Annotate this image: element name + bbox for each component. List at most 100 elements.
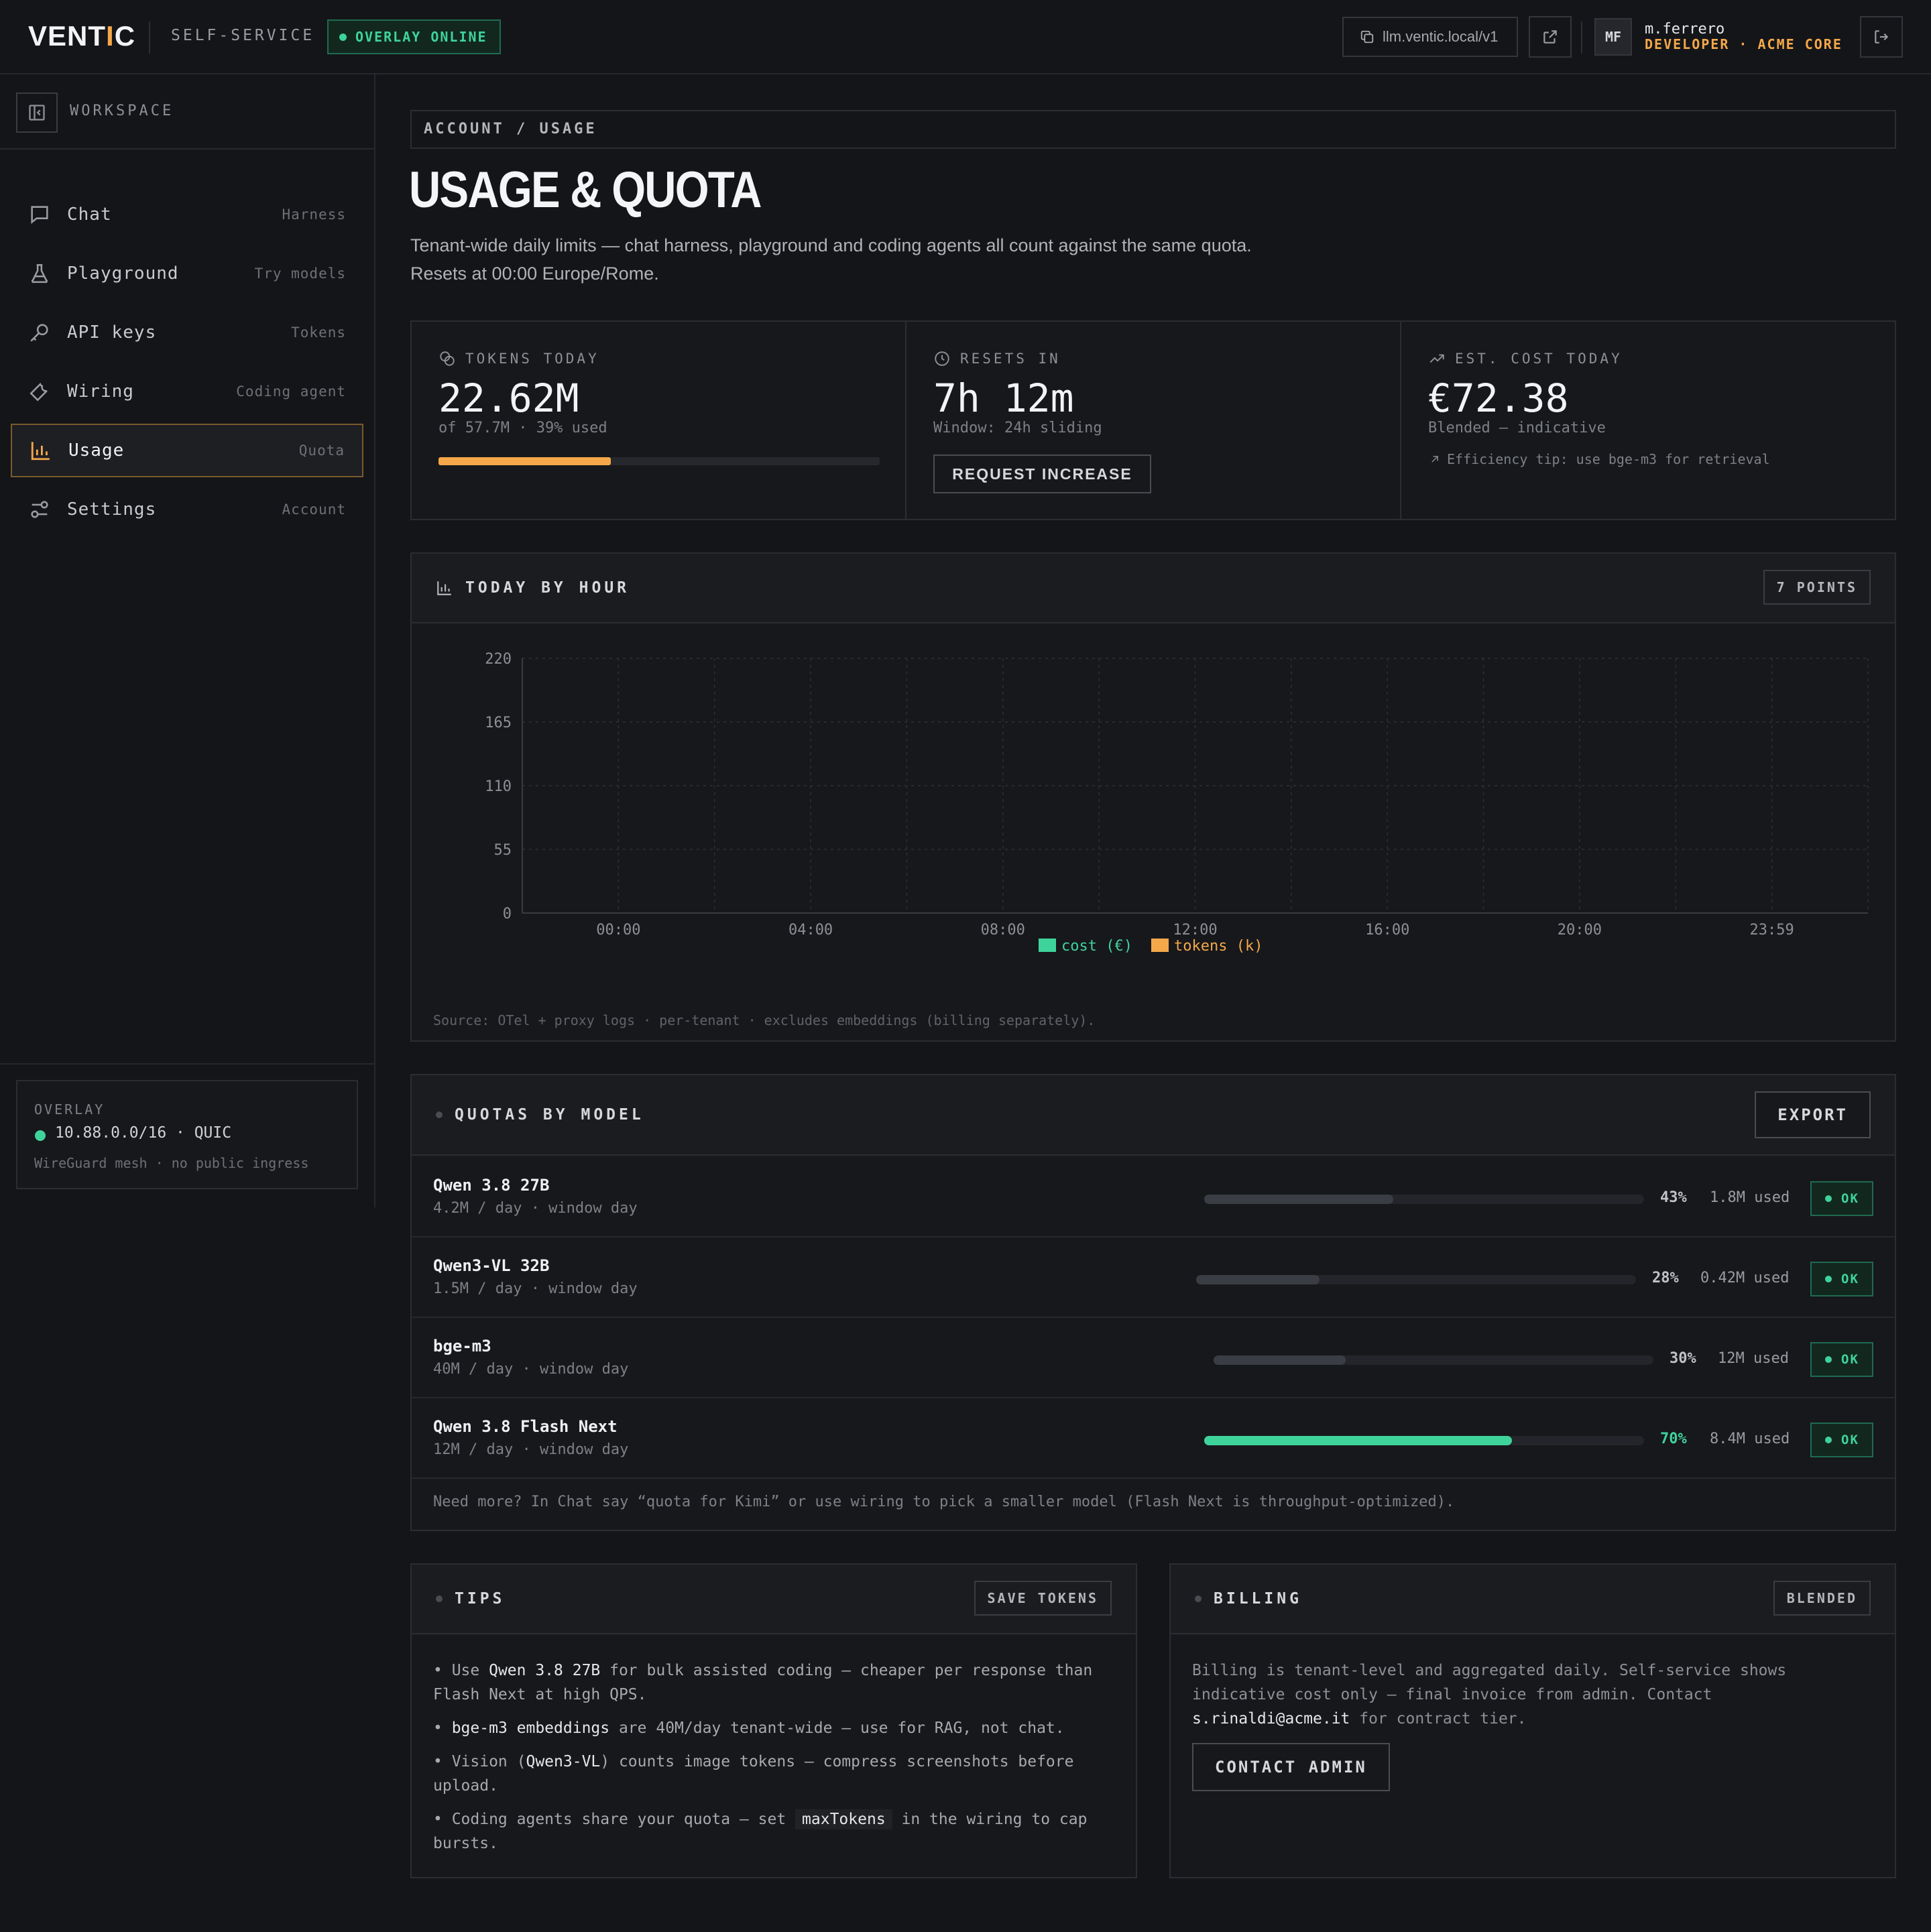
logout-icon <box>1873 28 1890 46</box>
coins-icon <box>438 350 456 367</box>
external-link-icon <box>1541 28 1559 46</box>
user-name: m.ferrero <box>1645 21 1725 38</box>
stat-value: 7h 12m <box>933 375 1074 421</box>
admin-email: s.rinaldi@acme.it <box>1192 1710 1350 1728</box>
tips-list: • Use Qwen 3.8 27B for bulk assisted cod… <box>433 1658 1109 1865</box>
sidebar-item-label: API keys <box>67 322 157 343</box>
stat-resets-in: RESETS IN 7h 12m Window: 24h sliding REQ… <box>906 322 1401 519</box>
workspace-header: WORKSPACE <box>0 74 374 149</box>
sidebar-item-hint: Tokens <box>291 324 346 341</box>
quota-bar <box>1196 1275 1636 1284</box>
wrench-icon <box>28 380 51 403</box>
x-tick-label: 20:00 <box>1558 922 1602 939</box>
panel-title-text: QUOTAS BY MODEL <box>455 1106 644 1124</box>
stat-value: €72.38 <box>1428 375 1569 421</box>
chart-source-note: Source: OTel + proxy logs · per-tenant ·… <box>433 1012 1096 1028</box>
x-tick-label: 12:00 <box>1173 922 1217 939</box>
stats-row: TOKENS TODAY 22.62M of 57.7M · 39% used … <box>410 320 1896 520</box>
model-name: Qwen 3.8 27B <box>433 1176 550 1195</box>
sidebar-item-playground[interactable]: Playground Try models <box>11 247 363 300</box>
endpoint-copy-button[interactable]: llm.ventic.local/v1 <box>1342 17 1518 57</box>
y-tick-label: 0 <box>503 906 512 922</box>
quota-bar-fill <box>1214 1355 1346 1365</box>
efficiency-tip-text: Efficiency tip: use bge-m3 for retrieval <box>1447 451 1770 467</box>
model-name: Qwen3-VL 32B <box>433 1256 550 1275</box>
tokens-progress-fill <box>438 457 611 465</box>
avatar[interactable]: MF <box>1594 18 1632 56</box>
section-label: SELF-SERVICE <box>171 27 315 44</box>
breadcrumb: ACCOUNT / USAGE <box>410 110 1896 149</box>
quota-used: 8.4M used <box>1710 1431 1790 1447</box>
stat-label-text: RESETS IN <box>960 351 1061 367</box>
sidebar-item-label: Usage <box>68 440 125 461</box>
sidebar-item-usage[interactable]: Usage Quota <box>11 424 363 477</box>
stat-label-text: TOKENS TODAY <box>465 351 599 367</box>
request-increase-button[interactable]: REQUEST INCREASE <box>933 455 1151 493</box>
user-role: DEVELOPER · ACME CORE <box>1645 36 1842 52</box>
overlay-status-badge: OVERLAY ONLINE <box>327 19 501 54</box>
panel-header: TODAY BY HOUR 7 POINTS <box>412 554 1895 623</box>
collapse-sidebar-button[interactable] <box>16 93 58 133</box>
quota-bar <box>1214 1355 1653 1365</box>
billing-text: Billing is tenant-level and aggregated d… <box>1192 1662 1787 1728</box>
flask-icon <box>28 262 51 285</box>
model-name: Qwen 3.8 Flash Next <box>433 1417 618 1436</box>
sidebar-item-api-keys[interactable]: API keys Tokens <box>11 306 363 359</box>
sidebar-item-label: Playground <box>67 263 179 284</box>
status-badge: OK <box>1810 1262 1873 1296</box>
stat-value: 22.62M <box>438 375 579 421</box>
open-external-button[interactable] <box>1529 16 1572 58</box>
quota-percent: 70% <box>1660 1431 1687 1447</box>
stat-tokens-today: TOKENS TODAY 22.62M of 57.7M · 39% used <box>412 322 906 519</box>
sidebar-item-settings[interactable]: Settings Account <box>11 483 363 536</box>
quotas-footer-note: Need more? In Chat say “quota for Kimi” … <box>433 1494 1455 1510</box>
sliders-icon <box>28 498 51 521</box>
panel-title: TIPS <box>436 1590 505 1608</box>
today-by-hour-panel: TODAY BY HOUR 7 POINTS 0 55 110 165 220 00:00… <box>410 552 1896 1042</box>
copy-icon <box>1360 29 1374 44</box>
tip-item: • Use Qwen 3.8 27B for bulk assisted cod… <box>433 1662 1093 1703</box>
overlay-network: 10.88.0.0/16 · QUIC <box>55 1124 232 1142</box>
clock-icon <box>933 350 951 367</box>
efficiency-tip: Efficiency tip: use bge-m3 for retrieval <box>1428 451 1770 467</box>
hourly-chart: 0 55 110 165 220 00:00 04:00 08:00 12:00 16:00 20:… <box>485 651 1869 955</box>
bar-chart-icon <box>436 579 453 597</box>
x-tick-label: 16:00 <box>1365 922 1409 939</box>
sidebar-item-hint: Harness <box>282 206 346 223</box>
logout-button[interactable] <box>1860 16 1903 58</box>
contact-admin-button[interactable]: CONTACT ADMIN <box>1192 1743 1390 1791</box>
panel-header: BILLING BLENDED <box>1171 1565 1895 1634</box>
logo[interactable]: VENTIC <box>28 20 135 52</box>
sidebar-item-hint: Try models <box>254 265 346 282</box>
legend-label: tokens (k) <box>1174 938 1263 955</box>
sidebar-item-hint: Account <box>282 501 346 518</box>
top-bar: VENTIC SELF-SERVICE OVERLAY ONLINE llm.v… <box>0 0 1931 74</box>
quota-bar-fill <box>1204 1436 1513 1445</box>
panel-title: TODAY BY HOUR <box>436 579 630 597</box>
sidebar-item-wiring[interactable]: Wiring Coding agent <box>11 365 363 418</box>
quota-used: 1.8M used <box>1710 1189 1790 1206</box>
sidebar-item-label: Settings <box>67 499 157 520</box>
quota-bar-fill <box>1196 1275 1320 1284</box>
points-badge: 7 POINTS <box>1763 570 1871 605</box>
panel-title-text: BILLING <box>1214 1590 1302 1608</box>
stat-label: RESETS IN <box>933 350 1061 367</box>
sidebar-item-chat[interactable]: Chat Harness <box>11 188 363 241</box>
quota-bar <box>1204 1436 1644 1445</box>
status-badge: OK <box>1810 1423 1873 1457</box>
y-tick-label: 55 <box>494 842 512 859</box>
page-title: USAGE & QUOTA <box>409 162 762 219</box>
status-badge: OK <box>1810 1342 1873 1377</box>
legend-swatch <box>1039 939 1056 952</box>
model-limit: 40M / day · window day <box>433 1361 629 1378</box>
export-button[interactable]: EXPORT <box>1755 1091 1871 1138</box>
model-limit: 1.5M / day · window day <box>433 1280 638 1297</box>
divider <box>0 1063 374 1065</box>
stat-subtext: Blended — indicative <box>1428 420 1606 436</box>
sidebar-item-label: Chat <box>67 204 112 225</box>
quota-bar <box>1204 1195 1644 1204</box>
endpoint-url: llm.ventic.local/v1 <box>1383 28 1499 45</box>
quota-percent: 28% <box>1652 1270 1679 1286</box>
stat-est-cost: EST. COST TODAY €72.38 Blended — indicat… <box>1401 322 1895 519</box>
sidebar: WORKSPACE Chat Harness Playground Try mo… <box>0 74 375 1207</box>
